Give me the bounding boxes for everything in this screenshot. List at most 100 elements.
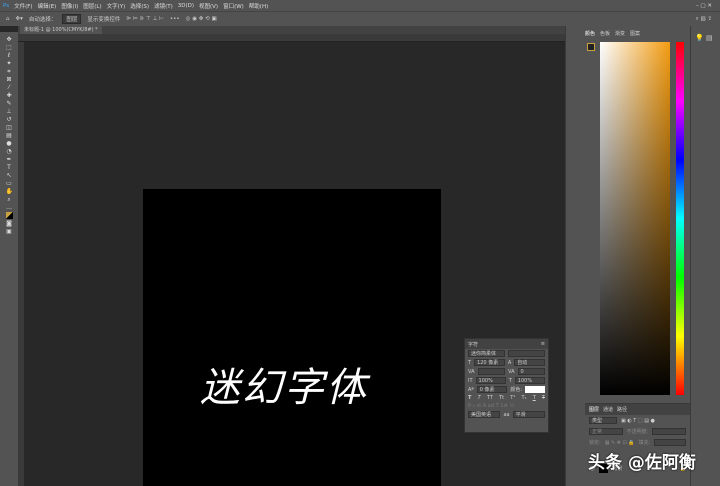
all-caps-button[interactable]: TT bbox=[487, 395, 493, 401]
eraser-icon[interactable]: ◫ bbox=[6, 124, 13, 131]
lock-icons[interactable]: ▦ ✎ ✥ ⊡ 🔒 bbox=[605, 440, 635, 446]
layers-panel: 图层 通道 路径 类型 ▣ ◐ T ⬚ ▤ ● 正常 不透明度: 锁定: ▦ ✎ ✥ … bbox=[585, 403, 690, 486]
healing-brush-icon[interactable]: ✚ bbox=[6, 92, 13, 99]
blend-mode-select[interactable]: 正常 bbox=[589, 428, 623, 435]
menu-image[interactable]: 图像(I) bbox=[61, 2, 78, 10]
more-tools-icon[interactable]: … bbox=[6, 204, 13, 211]
baseline-field[interactable]: 0 像素 bbox=[476, 386, 508, 393]
align-icons[interactable]: ⊫ ⊨ ⊪ ⊤ ⊥ ⊢ bbox=[126, 16, 164, 22]
eyedropper-icon[interactable]: ⁄ bbox=[6, 84, 13, 91]
share-icon[interactable]: ⌕ ▥ ⇪ bbox=[696, 16, 712, 23]
tracking-icon: VA bbox=[508, 368, 515, 375]
color-swatches-icon[interactable] bbox=[5, 212, 13, 219]
zoom-tool-icon[interactable]: ⌕ bbox=[6, 196, 13, 203]
leading-field[interactable]: 自动 bbox=[514, 359, 546, 366]
collapsed-panels: 💡 ▤ bbox=[690, 26, 720, 486]
quick-mask-icon[interactable]: ◙ bbox=[6, 220, 13, 227]
move-tool-icon[interactable]: ✥▾ bbox=[16, 16, 23, 22]
menu-help[interactable]: 帮助(H) bbox=[249, 2, 268, 10]
document-tab[interactable]: 未标题-1 @ 100%(CMYK/8#) * bbox=[20, 26, 102, 34]
subscript-button[interactable]: T₁ bbox=[521, 395, 526, 401]
text-color-swatch[interactable] bbox=[525, 386, 545, 393]
crop-tool-icon[interactable]: ⌗ bbox=[6, 68, 13, 75]
font-style-select[interactable] bbox=[508, 350, 545, 357]
faux-bold-button[interactable]: T bbox=[468, 395, 471, 401]
more-button[interactable]: ••• bbox=[170, 16, 180, 22]
superscript-button[interactable]: T¹ bbox=[510, 395, 515, 401]
canvas-text-layer[interactable]: 迷幻字体 bbox=[200, 355, 368, 413]
target-select[interactable]: 图层 bbox=[62, 14, 82, 24]
strikethrough-button[interactable]: T bbox=[542, 395, 545, 401]
blur-tool-icon[interactable]: ● bbox=[6, 140, 13, 147]
tab-gradients[interactable]: 渐变 bbox=[615, 30, 625, 37]
menu-select[interactable]: 选择(S) bbox=[130, 2, 149, 10]
underline-button[interactable]: T bbox=[533, 395, 536, 401]
tab-channels[interactable]: 通道 bbox=[603, 406, 613, 413]
menu-edit[interactable]: 编辑(E) bbox=[38, 2, 57, 10]
vertical-scale-icon: IT bbox=[468, 377, 473, 384]
faux-italic-button[interactable]: T bbox=[478, 395, 481, 401]
opentype-icons[interactable]: fi ℴ st A ad T 1st ½ bbox=[468, 403, 514, 409]
tab-color[interactable]: 颜色 bbox=[585, 30, 595, 37]
path-select-icon[interactable]: ↖ bbox=[6, 172, 13, 179]
font-size-icon: T bbox=[468, 359, 472, 366]
marquee-tool-icon[interactable]: ⬚ bbox=[6, 44, 13, 51]
baseline-icon: Aª bbox=[468, 386, 474, 393]
magic-wand-icon[interactable]: ✦ bbox=[6, 60, 13, 67]
type-tool-icon[interactable]: T bbox=[6, 164, 13, 171]
menu-layer[interactable]: 图层(L) bbox=[83, 2, 101, 10]
gradient-tool-icon[interactable]: ▤ bbox=[6, 132, 13, 139]
show-transform-checkbox[interactable]: 显示变换控件 bbox=[87, 15, 120, 23]
horizontal-scale-field[interactable]: 100% bbox=[514, 377, 545, 384]
menu-filter[interactable]: 滤镜(T) bbox=[154, 2, 173, 10]
horizontal-scale-icon: T bbox=[508, 377, 512, 384]
brush-tool-icon[interactable]: ✎ bbox=[6, 100, 13, 107]
learn-icon[interactable]: 💡 ▤ bbox=[691, 26, 720, 50]
color-field[interactable] bbox=[600, 42, 670, 395]
window-controls[interactable]: – ▢ ✕ bbox=[696, 3, 712, 9]
3d-mode-icons[interactable]: ◎ ◉ ✥ ⟲ ▣ bbox=[186, 16, 217, 22]
tab-paths[interactable]: 路径 bbox=[617, 406, 627, 413]
screen-mode-icon[interactable]: ▣ bbox=[6, 228, 13, 235]
filter-icons[interactable]: ▣ ◐ T ⬚ ▤ ● bbox=[621, 418, 655, 424]
lasso-tool-icon[interactable]: ℓ bbox=[6, 52, 13, 59]
hand-tool-icon[interactable]: ✋ bbox=[6, 188, 13, 195]
history-brush-icon[interactable]: ↺ bbox=[6, 116, 13, 123]
opacity-field[interactable] bbox=[652, 428, 686, 435]
toolbar: ✥ ⬚ ℓ ✦ ⌗ ⊠ ⁄ ✚ ✎ ⊥ ↺ ◫ ▤ ● ◔ ✒ T ↖ ▭ ✋ … bbox=[0, 32, 18, 486]
foreground-color-swatch[interactable] bbox=[587, 43, 595, 51]
antialias-select[interactable]: 平滑 bbox=[512, 411, 546, 418]
tab-swatches[interactable]: 色板 bbox=[600, 30, 610, 37]
dodge-tool-icon[interactable]: ◔ bbox=[6, 148, 13, 155]
document-canvas[interactable] bbox=[143, 189, 441, 486]
frame-tool-icon[interactable]: ⊠ bbox=[6, 76, 13, 83]
menu-view[interactable]: 视图(V) bbox=[199, 2, 218, 10]
vertical-scale-field[interactable]: 100% bbox=[475, 377, 506, 384]
font-family-select[interactable]: 迷你简柔体 bbox=[468, 350, 505, 357]
move-tool-icon[interactable]: ✥ bbox=[6, 36, 13, 43]
auto-select-checkbox[interactable]: 自动选择： bbox=[29, 15, 57, 23]
layer-filter-select[interactable]: 类型 bbox=[589, 417, 617, 424]
lock-label: 锁定: bbox=[589, 440, 601, 446]
language-select[interactable]: 美国英语 bbox=[468, 411, 501, 418]
menu-3d[interactable]: 3D(D) bbox=[178, 3, 194, 9]
tracking-field[interactable]: 0 bbox=[517, 368, 545, 375]
menu-file[interactable]: 文件(F) bbox=[14, 2, 32, 10]
menu-bar: Ps 文件(F) 编辑(E) 图像(I) 图层(L) 文字(Y) 选择(S) 滤… bbox=[0, 0, 720, 11]
small-caps-button[interactable]: Tt bbox=[499, 395, 504, 401]
home-icon[interactable]: ⌂ bbox=[6, 16, 10, 22]
pen-tool-icon[interactable]: ✒ bbox=[6, 156, 13, 163]
kerning-field[interactable] bbox=[477, 368, 505, 375]
color-label: 颜色: bbox=[510, 387, 522, 393]
menu-window[interactable]: 窗口(W) bbox=[223, 2, 244, 10]
stamp-tool-icon[interactable]: ⊥ bbox=[6, 108, 13, 115]
font-size-field[interactable]: 120 像素 bbox=[474, 359, 505, 366]
hue-slider[interactable] bbox=[676, 42, 684, 395]
fill-field[interactable] bbox=[654, 439, 686, 446]
tab-layers[interactable]: 图层 bbox=[589, 406, 599, 413]
leading-icon: A bbox=[507, 359, 512, 366]
tab-patterns[interactable]: 图案 bbox=[630, 30, 640, 37]
menu-type[interactable]: 文字(Y) bbox=[107, 2, 126, 10]
shape-tool-icon[interactable]: ▭ bbox=[6, 180, 13, 187]
fill-label: 填充: bbox=[638, 440, 651, 446]
